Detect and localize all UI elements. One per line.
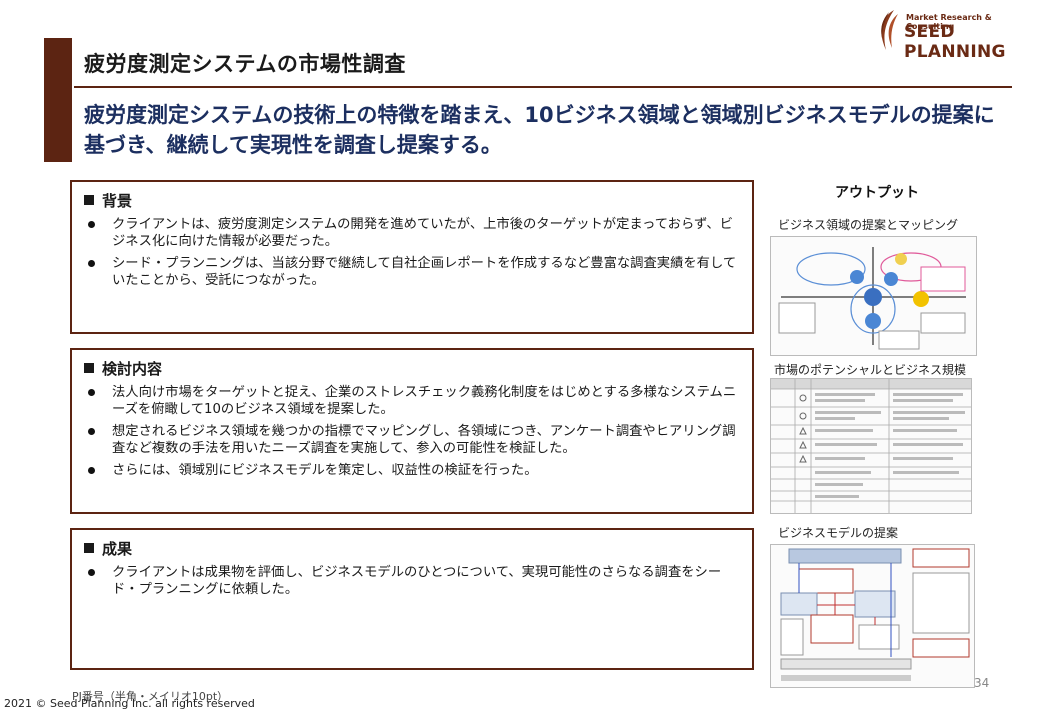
output-caption-potential: 市場のポテンシャルとビジネス規模	[774, 363, 967, 377]
mapping-diagram-image	[778, 247, 966, 350]
study-section: 検討内容 法人向け市場をターゲットと捉え、企業のストレスチェック義務化制度をはじ…	[70, 348, 754, 514]
bullet-icon	[88, 569, 95, 576]
list-item: シード・プランニングは、当該分野で継続して自社企画レポートを作成するなど豊富な調…	[86, 255, 741, 289]
bullet-icon	[88, 467, 95, 474]
bullet-icon	[88, 428, 95, 435]
output-title: アウトプット	[835, 185, 919, 201]
mapping-diagram-thumbnail	[770, 236, 977, 356]
bullet-icon	[88, 389, 95, 396]
results-section: 成果 クライアントは成果物を評価し、ビジネスモデルのひとつについて、実現可能性の…	[70, 528, 754, 670]
bullet-icon	[88, 260, 95, 267]
business-model-image	[780, 548, 970, 681]
seed-logo-icon	[881, 10, 898, 50]
background-heading: 背景	[84, 190, 132, 211]
list-item: 法人向け市場をターゲットと捉え、企業のストレスチェック義務化制度をはじめとする多…	[86, 384, 741, 418]
study-list: 法人向け市場をターゲットと捉え、企業のストレスチェック義務化制度をはじめとする多…	[86, 384, 741, 484]
page-title: 疲労度測定システムの市場性調査	[84, 52, 406, 76]
background-list: クライアントは、疲労度測定システムの開発を進めていたが、上市後のターゲットが定ま…	[86, 216, 741, 294]
bullet-icon	[88, 221, 95, 228]
study-heading: 検討内容	[84, 358, 162, 379]
background-section: 背景 クライアントは、疲労度測定システムの開発を進めていたが、上市後のターゲット…	[70, 180, 754, 334]
business-model-thumbnail	[770, 544, 975, 688]
results-heading: 成果	[84, 538, 132, 559]
output-caption-mapping: ビジネス領域の提案とマッピング	[778, 218, 959, 232]
copyright: 2021 © Seed Planning Inc. all rights res…	[4, 697, 255, 710]
page-number: 34	[974, 676, 990, 690]
title-divider	[74, 86, 1012, 88]
list-item: 想定されるビジネス領域を幾つかの指標でマッピングし、各領域につき、アンケート調査…	[86, 423, 741, 457]
lead-statement: 疲労度測定システムの技術上の特徴を踏まえ、10ビジネス領域と領域別ビジネスモデル…	[84, 103, 995, 157]
list-item: クライアントは成果物を評価し、ビジネスモデルのひとつについて、実現可能性のさらな…	[86, 564, 741, 598]
market-table-image	[771, 379, 971, 513]
output-caption-model: ビジネスモデルの提案	[778, 526, 899, 540]
title-accent-bar	[44, 38, 72, 162]
logo-name: SEED PLANNING	[904, 22, 1006, 62]
list-item: クライアントは、疲労度測定システムの開発を進めていたが、上市後のターゲットが定ま…	[86, 216, 741, 250]
results-list: クライアントは成果物を評価し、ビジネスモデルのひとつについて、実現可能性のさらな…	[86, 564, 741, 603]
list-item: さらには、領域別にビジネスモデルを策定し、収益性の検証を行った。	[86, 462, 741, 479]
market-table-thumbnail	[770, 378, 972, 514]
